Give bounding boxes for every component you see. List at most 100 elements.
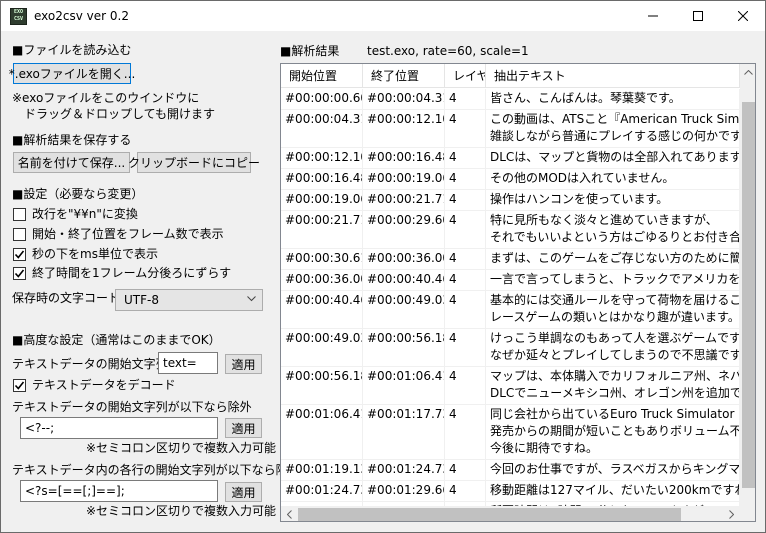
cell-layer: 4: [445, 190, 486, 210]
cell-start: #00:00:12.100: [281, 148, 363, 168]
cell-start: #00:00:19.066: [281, 190, 363, 210]
table-row[interactable]: #00:00:56.183#00:01:06.4164マップは、本体購入でカリフ…: [281, 367, 740, 405]
table-row[interactable]: #00:00:36.000#00:00:40.4664一言で言ってしまうと、トラ…: [281, 270, 740, 291]
line-exclude-input[interactable]: <?s=[==[;]==];: [20, 480, 218, 502]
copy-to-clipboard-button[interactable]: クリップボードにコピー: [128, 152, 260, 173]
cell-text: 同じ会社から出ているEuro Truck Simulator 2と比べ 発売から…: [486, 405, 740, 459]
cell-layer: 4: [445, 89, 486, 109]
results-info: test.exo, rate=60, scale=1: [367, 44, 529, 58]
apply-line-exclude-button[interactable]: 適用: [225, 482, 262, 502]
cell-text: まずは、このゲームをご存じない方のために簡単にご紹介: [486, 249, 740, 269]
cell-text: DLCは、マップと貨物のは全部入れてあります。: [486, 148, 740, 168]
table-row[interactable]: #00:00:40.466#00:00:49.0334基本的には交通ルールを守っ…: [281, 291, 740, 329]
table-row[interactable]: #00:00:12.100#00:00:16.4834DLCは、マップと貨物のは…: [281, 148, 740, 169]
minimize-button[interactable]: [630, 1, 675, 31]
scroll-up-icon: [744, 70, 753, 75]
cell-start: #00:00:04.316: [281, 110, 363, 147]
cell-start: #00:00:30.616: [281, 249, 363, 269]
cell-text: その他のMODは入れていません。: [486, 169, 740, 189]
column-header-start[interactable]: 開始位置: [281, 64, 363, 88]
scroll-corner: [740, 506, 755, 521]
table-row[interactable]: #00:01:06.416#00:01:17.7334同じ会社から出ているEur…: [281, 405, 740, 460]
cell-start: #00:00:21.716: [281, 211, 363, 248]
cell-layer: 4: [445, 148, 486, 168]
cell-end: #00:00:16.483: [363, 148, 445, 168]
table-row[interactable]: #00:00:04.316#00:00:12.1004この動画は、ATSこと『A…: [281, 110, 740, 148]
ms-unit-label: 秒の下をms単位で表示: [32, 247, 158, 261]
maximize-button[interactable]: [675, 1, 720, 31]
apply-start-string-button[interactable]: 適用: [225, 354, 262, 374]
semicolon-note-2: ※セミコロン区切りで複数入力可能: [86, 504, 277, 518]
column-header-text[interactable]: 抽出テキスト: [486, 64, 740, 88]
exclude-input[interactable]: <?--;: [20, 417, 218, 439]
cell-layer: 4: [445, 211, 486, 248]
app-icon: EXO CSV: [10, 8, 27, 25]
table-row[interactable]: #00:00:00.600#00:00:04.3164皆さん、こんばんは。琴葉葵…: [281, 89, 740, 110]
cell-end: #00:00:40.466: [363, 270, 445, 290]
cell-end: #00:00:49.033: [363, 291, 445, 328]
close-icon: [737, 11, 748, 21]
cell-layer: 4: [445, 169, 486, 189]
cell-start: #00:00:00.600: [281, 89, 363, 109]
window-title: exo2csv ver 0.2: [34, 9, 129, 23]
shift-end-time-checkbox[interactable]: [13, 267, 26, 280]
title-bar[interactable]: EXO CSV exo2csv ver 0.2: [1, 1, 765, 31]
cell-layer: 4: [445, 291, 486, 328]
minimize-icon: [647, 15, 658, 17]
table-row[interactable]: #00:01:19.133#00:01:24.7334今回のお仕事ですが、ラスベ…: [281, 460, 740, 481]
cell-start: #00:00:40.466: [281, 291, 363, 328]
save-heading: ■解析結果を保存する: [12, 133, 132, 147]
cell-start: #00:00:56.183: [281, 367, 363, 404]
vertical-scroll-thumb[interactable]: [742, 102, 755, 488]
table-row[interactable]: #00:00:49.033#00:00:56.1834けっこう単調なのもあって人…: [281, 329, 740, 367]
table-row[interactable]: #00:01:24.733#00:01:29.6664移動距離は127マイル、だ…: [281, 481, 740, 502]
table-row[interactable]: #00:00:21.716#00:00:29.6004特に見所もなく淡々と進めて…: [281, 211, 740, 249]
frame-position-checkbox[interactable]: [13, 228, 26, 241]
frame-position-label: 開始・終了位置をフレーム数で表示: [32, 227, 224, 241]
checkmark-icon: [14, 381, 25, 390]
line-exclude-label: テキストデータ内の各行の開始文字列が以下なら除外: [12, 463, 300, 477]
table-row[interactable]: #00:00:16.483#00:00:19.0664その他のMODは入れていま…: [281, 169, 740, 190]
checkmark-icon: [14, 269, 25, 278]
decode-text-label: テキストデータをデコード: [32, 378, 176, 392]
cell-end: #00:00:19.066: [363, 169, 445, 189]
open-exo-button[interactable]: *.exoファイルを開く...: [9, 63, 135, 84]
column-header-layer[interactable]: レイヤ: [445, 64, 486, 88]
cell-text: 操作はハンコンを使っています。: [486, 190, 740, 210]
cell-layer: 4: [445, 481, 486, 501]
close-button[interactable]: [720, 1, 765, 31]
chevron-down-icon: [247, 296, 256, 302]
convert-newline-checkbox[interactable]: [13, 208, 26, 221]
exclude-label: テキストデータの開始文字列が以下なら除外: [12, 400, 252, 414]
vertical-scrollbar[interactable]: [740, 64, 755, 506]
ms-unit-checkbox[interactable]: [13, 248, 26, 261]
cell-text: 今回のお仕事ですが、ラスベガスからキングマンまで食: [486, 460, 740, 480]
load-heading: ■ファイルを読み込む: [12, 43, 132, 57]
encoding-select[interactable]: UTF-8: [115, 289, 263, 311]
semicolon-note: ※セミコロン区切りで複数入力可能: [86, 441, 277, 455]
table-row[interactable]: #00:00:19.066#00:00:21.7164操作はハンコンを使っていま…: [281, 190, 740, 211]
shift-end-time-label: 終了時間を1フレーム分後ろにずらす: [32, 266, 232, 280]
horizontal-scrollbar[interactable]: [281, 506, 740, 521]
settings-heading: ■設定（必要なら変更）: [12, 187, 144, 201]
column-header-end[interactable]: 終了位置: [363, 64, 445, 88]
cell-end: #00:00:36.000: [363, 249, 445, 269]
cell-layer: 4: [445, 249, 486, 269]
list-body: #00:00:00.600#00:00:04.3164皆さん、こんばんは。琴葉葵…: [281, 89, 740, 506]
convert-newline-label: 改行を"¥¥n"に変換: [32, 207, 138, 221]
save-as-button[interactable]: 名前を付けて保存...: [13, 152, 130, 173]
results-list[interactable]: 開始位置 終了位置 レイヤ 抽出テキスト #00:00:00.600#00:00…: [280, 63, 756, 522]
cell-text: この動画は、ATSこと『American Truck Simulator』を 雑…: [486, 110, 740, 147]
cell-text: 移動距離は127マイル、だいたい200kmですね。: [486, 481, 740, 501]
cell-layer: 4: [445, 270, 486, 290]
start-string-input[interactable]: text=: [158, 352, 218, 374]
cell-end: #00:00:29.600: [363, 211, 445, 248]
list-header: 開始位置 終了位置 レイヤ 抽出テキスト: [281, 64, 740, 88]
horizontal-scroll-thumb[interactable]: [298, 508, 681, 521]
decode-text-checkbox[interactable]: [13, 379, 26, 392]
scroll-left-icon: [287, 510, 292, 519]
table-row[interactable]: #00:00:30.616#00:00:36.0004まずは、このゲームをご存じ…: [281, 249, 740, 270]
cell-start: #00:01:19.133: [281, 460, 363, 480]
apply-exclude-button[interactable]: 適用: [225, 418, 262, 438]
cell-layer: 4: [445, 110, 486, 147]
